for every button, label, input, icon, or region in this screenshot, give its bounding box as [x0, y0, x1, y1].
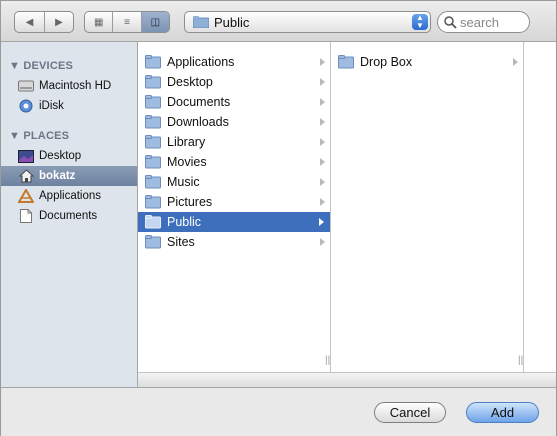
column-resize-handle[interactable]: || — [325, 355, 330, 366]
folder-icon — [145, 75, 161, 89]
disclosure-arrow-icon — [320, 58, 325, 66]
icon-view-button[interactable]: ▦ — [85, 12, 114, 32]
sidebar-item-label: Applications — [39, 190, 102, 202]
list-item-pictures[interactable]: Pictures — [138, 192, 331, 212]
disclosure-arrow-icon — [319, 218, 324, 226]
folder-icon — [145, 155, 161, 169]
forward-arrow-icon: ▶ — [55, 16, 63, 28]
location-label: Public — [214, 15, 250, 30]
list-item-sites[interactable]: Sites — [138, 232, 331, 252]
document-icon — [18, 209, 34, 223]
sidebar-item-label: Macintosh HD — [39, 80, 112, 92]
search-field[interactable]: search — [437, 11, 530, 33]
sidebar-item-applications[interactable]: Applications — [1, 186, 137, 206]
list-item-label: Library — [167, 135, 206, 149]
browser-column-home: Applications Desktop Documents Downloads… — [138, 42, 331, 372]
list-item-movies[interactable]: Movies — [138, 152, 331, 172]
horizontal-scrollbar[interactable] — [138, 372, 556, 388]
folder-icon — [193, 16, 209, 28]
disclosure-arrow-icon — [320, 158, 325, 166]
folder-icon — [338, 55, 354, 69]
list-item-music[interactable]: Music — [138, 172, 331, 192]
sidebar-devices-header[interactable]: ▼ DEVICES — [9, 60, 73, 72]
disclosure-arrow-icon — [320, 118, 325, 126]
list-item-drop-box[interactable]: Drop Box — [331, 52, 524, 72]
disclosure-arrow-icon — [320, 178, 325, 186]
list-item-label: Public — [167, 215, 202, 229]
open-dialog: ◀ ▶ ▦ ≡ ◫ Public ▲ ▼ search ▼ DEVICES Ma… — [0, 0, 557, 436]
desktop-icon — [18, 149, 34, 163]
icon-view-icon: ▦ — [93, 16, 104, 28]
list-item-label: Drop Box — [360, 55, 413, 69]
list-item-label: Applications — [167, 55, 235, 69]
folder-icon — [145, 55, 161, 69]
forward-button[interactable]: ▶ — [45, 12, 73, 32]
hard-drive-icon — [18, 79, 34, 93]
folder-icon — [145, 195, 161, 209]
folder-icon — [145, 235, 161, 249]
sidebar-item-label: Desktop — [39, 150, 82, 162]
list-item-label: Pictures — [167, 195, 213, 209]
nav-buttons: ◀ ▶ — [14, 11, 74, 33]
sidebar-item-bokatz[interactable]: bokatz — [1, 166, 137, 186]
search-icon — [444, 16, 457, 29]
list-item-label: Documents — [167, 95, 231, 109]
list-item-label: Desktop — [167, 75, 213, 89]
folder-icon — [145, 175, 161, 189]
popup-arrows-icon: ▲ ▼ — [412, 14, 428, 30]
add-button[interactable]: Add — [466, 402, 539, 423]
search-placeholder: search — [460, 15, 500, 30]
folder-icon — [145, 135, 161, 149]
column-resize-handle[interactable]: || — [518, 355, 523, 366]
toolbar: ◀ ▶ ▦ ≡ ◫ Public ▲ ▼ search — [1, 1, 556, 42]
disclosure-arrow-icon — [320, 78, 325, 86]
browser-column-empty — [524, 42, 556, 372]
sidebar-item-idisk[interactable]: iDisk — [1, 96, 137, 116]
folder-icon — [145, 115, 161, 129]
list-item-documents[interactable]: Documents — [138, 92, 331, 112]
sidebar: ▼ DEVICES Macintosh HD iDisk ▼ PLACES De… — [1, 42, 138, 387]
disclosure-arrow-icon — [320, 98, 325, 106]
list-item-desktop[interactable]: Desktop — [138, 72, 331, 92]
disclosure-arrow-icon — [320, 138, 325, 146]
list-view-button[interactable]: ≡ — [113, 12, 142, 32]
list-item-label: Music — [167, 175, 200, 189]
list-item-label: Downloads — [167, 115, 229, 129]
sidebar-item-label: bokatz — [39, 170, 76, 182]
list-item-downloads[interactable]: Downloads — [138, 112, 331, 132]
list-item-applications[interactable]: Applications — [138, 52, 331, 72]
disclosure-arrow-icon — [320, 238, 325, 246]
sidebar-item-macintosh-hd[interactable]: Macintosh HD — [1, 76, 137, 96]
home-icon — [18, 169, 34, 183]
dialog-button-bar: Cancel Add — [1, 387, 556, 436]
sidebar-item-desktop[interactable]: Desktop — [1, 146, 137, 166]
idisk-icon — [18, 99, 34, 113]
column-view-button[interactable]: ◫ — [141, 12, 169, 32]
location-popup[interactable]: Public ▲ ▼ — [184, 11, 431, 33]
disclosure-arrow-icon — [513, 58, 518, 66]
browser-column-public: Drop Box || — [331, 42, 524, 372]
list-view-icon: ≡ — [124, 16, 130, 28]
column-view-icon: ◫ — [150, 16, 161, 28]
view-mode-switcher: ▦ ≡ ◫ — [84, 11, 170, 33]
back-button[interactable]: ◀ — [15, 12, 45, 32]
applications-icon — [18, 189, 34, 203]
folder-icon — [145, 95, 161, 109]
cancel-button[interactable]: Cancel — [374, 402, 446, 423]
sidebar-item-label: Documents — [39, 210, 98, 222]
disclosure-arrow-icon — [320, 198, 325, 206]
sidebar-item-documents[interactable]: Documents — [1, 206, 137, 226]
list-item-public[interactable]: Public — [138, 212, 330, 232]
sidebar-places-header[interactable]: ▼ PLACES — [9, 130, 69, 142]
folder-icon — [145, 215, 161, 229]
list-item-label: Sites — [167, 235, 195, 249]
list-item-label: Movies — [167, 155, 207, 169]
sidebar-item-label: iDisk — [39, 100, 64, 112]
back-arrow-icon: ◀ — [25, 16, 34, 28]
list-item-library[interactable]: Library — [138, 132, 331, 152]
